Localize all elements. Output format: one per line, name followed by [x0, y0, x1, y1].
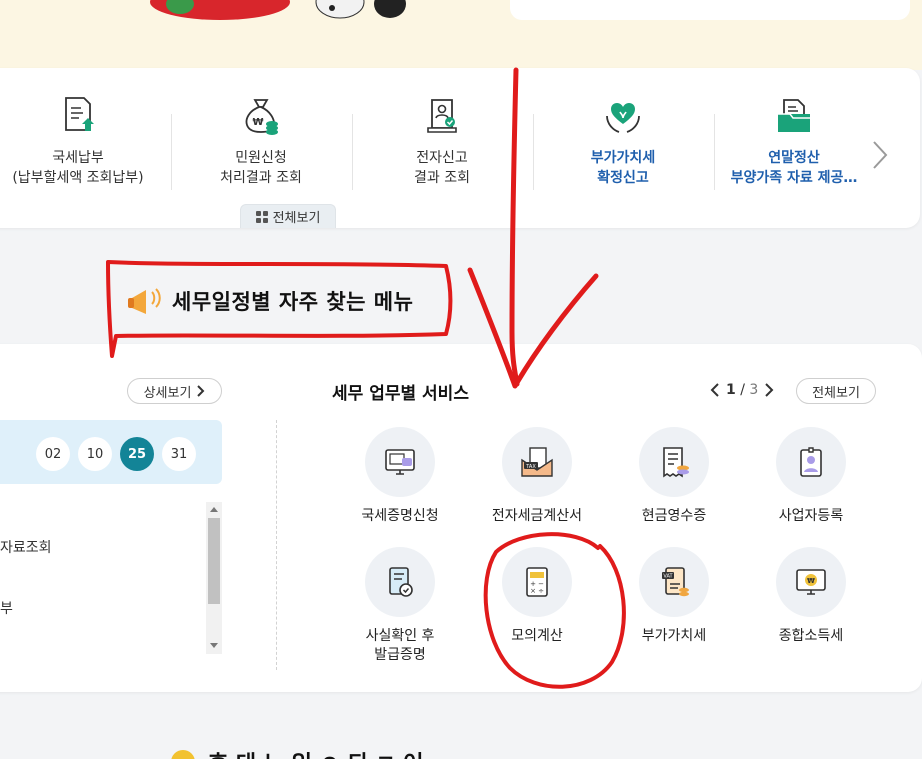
- view-all-label: 전체보기: [812, 385, 860, 401]
- quick-item-label: 국세납부 (납부할세액 조회납부): [12, 150, 144, 186]
- cash-receipt-icon: [663, 447, 689, 478]
- service-electronic-tax-invoice[interactable]: TAX 전자세금계산서: [472, 427, 602, 526]
- service-label: 종합소득세: [778, 628, 844, 644]
- section-title-text: 세무일정별 자주 찾는 메뉴: [172, 290, 414, 314]
- vat-document-icon: VAT: [662, 567, 689, 597]
- income-tax-monitor-icon: ₩: [796, 569, 826, 595]
- service-tax-certificate[interactable]: 국세증명신청: [335, 427, 465, 526]
- date-chip-25[interactable]: 25: [120, 437, 154, 471]
- svg-text:×: ×: [530, 587, 536, 595]
- bottom-section-title-text: 후 대 느 있 ㅇ 되 ㅋ 어: [208, 746, 424, 759]
- scroll-down-arrow-icon[interactable]: [210, 643, 218, 648]
- vat-heart-icon: [606, 103, 640, 133]
- business-registration-icon: [800, 447, 822, 477]
- bell-icon: [128, 288, 161, 314]
- services-view-all-button[interactable]: 전체보기: [796, 378, 876, 404]
- date-chip-10[interactable]: 10: [78, 437, 112, 471]
- service-label: 부가가치세: [641, 628, 707, 644]
- services-title: 세무 업무별 서비스: [332, 384, 469, 404]
- svg-text:VAT: VAT: [663, 574, 673, 580]
- svg-text:TAX: TAX: [525, 464, 536, 470]
- calculator-icon: + − × ÷: [526, 567, 548, 597]
- schedule-scrollbar[interactable]: [206, 502, 222, 654]
- view-all-label: 전체보기: [272, 211, 321, 226]
- services-pager: 1 / 3: [710, 382, 774, 398]
- chevron-right-icon[interactable]: [764, 383, 774, 397]
- quick-item-label: 연말정산 부양가족 자료 제공…: [730, 150, 858, 186]
- tax-payment-icon: [65, 97, 94, 131]
- quick-item-civil-complaint[interactable]: ₩ 민원신청 처리결과 조회: [171, 94, 351, 194]
- service-fact-confirmation[interactable]: 사실확인 후 발급증명: [335, 547, 465, 665]
- fact-confirmation-icon: [389, 567, 413, 597]
- date-chip-02[interactable]: 02: [36, 437, 70, 471]
- svg-text:÷: ÷: [538, 587, 544, 595]
- service-income-tax[interactable]: ₩ 종합소득세: [746, 547, 876, 646]
- banner-card: [510, 0, 910, 20]
- schedule-list-item[interactable]: 부: [0, 598, 13, 618]
- schedule-list-item[interactable]: 자료조회: [0, 537, 52, 557]
- quick-item-tax-payment[interactable]: 국세납부 (납부할세액 조회납부): [0, 94, 168, 194]
- service-cash-receipt[interactable]: 현금영수증: [609, 427, 739, 526]
- money-bag-icon: ₩: [245, 99, 278, 135]
- detail-view-label: 상세보기: [143, 385, 192, 401]
- quick-item-label: 전자신고 결과 조회: [414, 150, 470, 186]
- page-total: 3: [749, 382, 759, 398]
- page-separator: /: [740, 382, 745, 398]
- quick-menu-bar: 국세납부 (납부할세액 조회납부) ₩ 민원신청 처리결과 조회 전자신고 결과…: [0, 68, 920, 228]
- top-banner: [0, 0, 922, 70]
- year-end-folder-icon: [778, 99, 810, 132]
- grid-icon: [255, 210, 268, 223]
- chevron-right-icon[interactable]: [868, 138, 892, 172]
- quick-item-vat-final-return[interactable]: 부가가치세 확정신고: [533, 94, 713, 194]
- chevron-left-icon[interactable]: [710, 383, 720, 397]
- scroll-thumb[interactable]: [208, 518, 220, 604]
- service-label: 현금영수증: [641, 508, 707, 524]
- page-current: 1: [726, 382, 736, 398]
- service-label: 전자세금계산서: [491, 508, 583, 524]
- service-label: 국세증명신청: [361, 508, 439, 524]
- svg-text:₩: ₩: [252, 117, 263, 128]
- panel-divider: [276, 420, 277, 670]
- lightbulb-icon: [171, 750, 195, 759]
- bottom-section-title: 후 대 느 있 ㅇ 되 ㅋ 어: [168, 746, 424, 759]
- quick-item-label: 부가가치세 확정신고: [590, 150, 656, 186]
- quick-item-electronic-filing[interactable]: 전자신고 결과 조회: [352, 94, 532, 194]
- service-mock-calculation[interactable]: + − × ÷ 모의계산: [472, 547, 602, 646]
- service-business-registration[interactable]: 사업자등록: [746, 427, 876, 526]
- date-chip-31[interactable]: 31: [162, 437, 196, 471]
- service-label: 모의계산: [511, 628, 563, 644]
- service-vat[interactable]: VAT 부가가치세: [609, 547, 739, 646]
- section-title: 세무일정별 자주 찾는 메뉴: [126, 284, 413, 318]
- electronic-filing-icon: [427, 99, 457, 133]
- chevron-right-icon: [197, 385, 205, 397]
- service-label: 사실확인 후 발급증명: [365, 628, 435, 663]
- certificate-monitor-icon: [385, 449, 415, 475]
- tax-invoice-envelope-icon: TAX: [521, 447, 553, 477]
- quick-item-year-end-settlement[interactable]: 연말정산 부양가족 자료 제공…: [704, 94, 884, 194]
- detail-view-button[interactable]: 상세보기: [127, 378, 222, 404]
- svg-text:₩: ₩: [807, 577, 815, 585]
- mascot-banner-image: [150, 0, 406, 20]
- view-all-tab[interactable]: 전체보기: [240, 204, 336, 228]
- service-label: 사업자등록: [778, 508, 844, 524]
- scroll-up-arrow-icon[interactable]: [210, 507, 218, 512]
- quick-item-label: 민원신청 처리결과 조회: [220, 150, 302, 186]
